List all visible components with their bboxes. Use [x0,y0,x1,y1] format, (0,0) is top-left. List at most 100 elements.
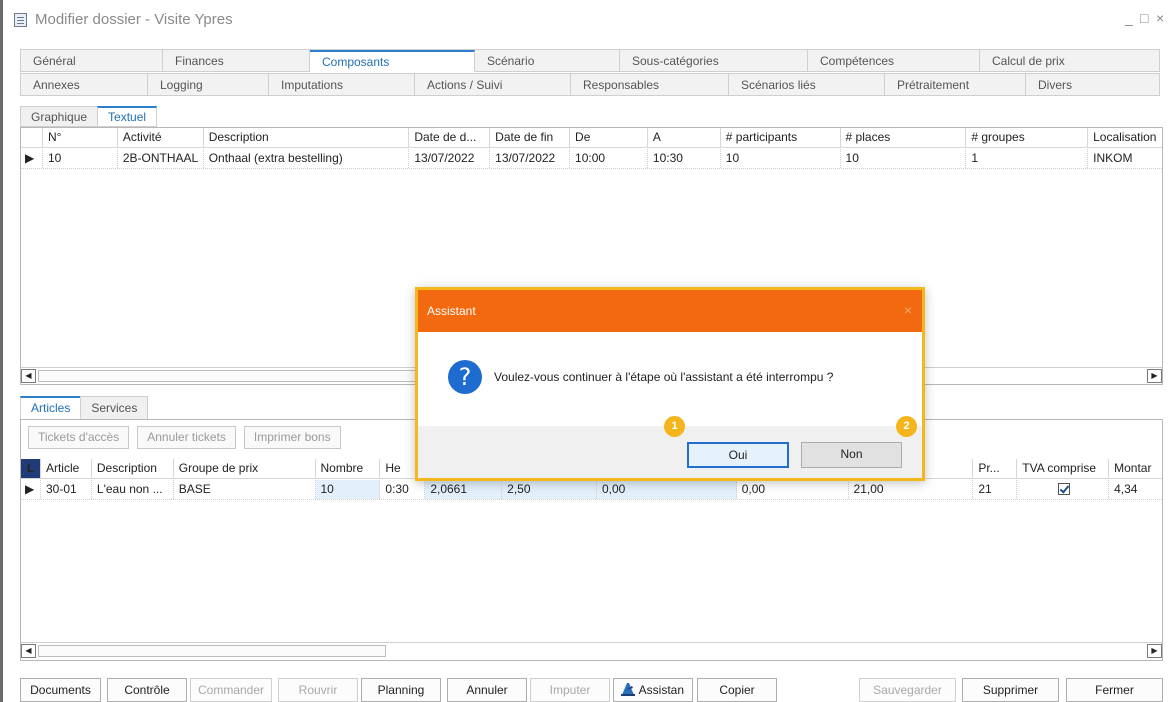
scroll-left-icon[interactable]: ◀ [21,644,36,658]
tab-general[interactable]: Général [21,50,163,72]
commander-button[interactable]: Commander [190,678,272,702]
imprimer-bons-button[interactable]: Imprimer bons [243,426,341,449]
minimize-button[interactable]: _ [1125,10,1133,26]
oui-button[interactable]: Oui [687,442,789,468]
tab-pretraitement[interactable]: Prétraitement [885,74,1026,96]
question-icon: ? [448,360,482,394]
col-description[interactable]: Description [204,128,410,147]
indicator-header [21,128,43,147]
cell-heure[interactable]: 0:30 [380,480,426,499]
scroll-right-icon[interactable]: ▶ [1147,644,1162,658]
tab-articles[interactable]: Articles [20,396,81,420]
documents-button[interactable]: Documents [20,678,101,702]
cell-groupe-prix[interactable]: BASE [174,480,316,499]
cell-remise[interactable]: 0,00 [597,480,737,499]
cell-description[interactable]: Onthaal (extra bestelling) [204,149,410,168]
tab-scenarios-lies[interactable]: Scénarios liés [729,74,885,96]
col-pr[interactable]: Pr... [973,459,1018,478]
dialog-close-icon[interactable]: × [904,302,912,318]
cell-participants[interactable]: 10 [721,149,841,168]
cell-localisation[interactable]: INKOM [1088,149,1162,168]
cell-montant[interactable]: 4,34 [1109,480,1162,499]
annuler-button[interactable]: Annuler [447,678,527,702]
fermer-button[interactable]: Fermer [1066,678,1163,702]
cell-prix-unitaire[interactable]: 2,0661 [425,480,503,499]
scroll-thumb[interactable] [38,370,416,382]
col-localisation[interactable]: Localisation [1088,128,1162,147]
cell-date-fin[interactable]: 13/07/2022 [490,149,571,168]
cell-nombre[interactable]: 10 [315,480,381,499]
tab-sous-categories[interactable]: Sous-catégories [620,50,808,72]
maximize-button[interactable]: □ [1140,10,1148,26]
annuler-tickets-button[interactable]: Annuler tickets [137,426,236,449]
tickets-acces-button[interactable]: Tickets d'accès [28,426,130,449]
checkbox-checked-icon[interactable] [1058,483,1071,495]
table-row[interactable]: ▶ 30-01 L'eau non ... BASE 10 0:30 2,066… [21,480,1162,500]
tab-composants[interactable]: Composants [310,50,475,72]
cell-art-description[interactable]: L'eau non ... [92,480,174,499]
cell-date-debut[interactable]: 13/07/2022 [409,149,491,168]
scroll-left-icon[interactable]: ◀ [21,369,36,383]
col-de[interactable]: De [570,128,648,147]
cell-pr[interactable]: 21 [973,480,1018,499]
layout-badge-icon[interactable]: L [21,459,41,478]
planning-button[interactable]: Planning [361,678,441,702]
controle-button[interactable]: Contrôle [107,678,187,702]
col-activite[interactable]: Activité [118,128,204,147]
col-numero[interactable]: N° [43,128,118,147]
cell-remise-montant[interactable]: 0,00 [737,480,849,499]
cell-groupes[interactable]: 1 [966,149,1089,168]
assistant-button[interactable]: Assistan [613,678,693,702]
scroll-thumb[interactable] [38,645,386,657]
col-places[interactable]: # places [841,128,967,147]
col-article[interactable]: Article [41,459,92,478]
copier-button[interactable]: Copier [697,678,777,702]
supprimer-button[interactable]: Supprimer [962,678,1059,702]
dialog-body: ? Voulez-vous continuer à l'étape où l'a… [418,332,922,426]
tab-scenario[interactable]: Scénario [475,50,620,72]
scroll-right-icon[interactable]: ▶ [1147,369,1162,383]
cell-article[interactable]: 30-01 [41,480,92,499]
col-art-description[interactable]: Description [92,459,174,478]
rouvrir-button[interactable]: Rouvrir [278,678,358,702]
tab-finances[interactable]: Finances [163,50,310,72]
col-nombre[interactable]: Nombre [316,459,381,478]
cell-tva-comprise[interactable] [1017,480,1110,499]
col-date-debut[interactable]: Date de d... [409,128,491,147]
tab-calcul-de-prix[interactable]: Calcul de prix [980,50,1160,72]
tab-services[interactable]: Services [80,396,149,420]
tab-imputations[interactable]: Imputations [269,74,415,96]
non-button[interactable]: Non [801,442,902,468]
col-a[interactable]: A [648,128,721,147]
col-groupes[interactable]: # groupes [966,128,1089,147]
tab-actions-suivi[interactable]: Actions / Suivi [415,74,571,96]
tab-textuel[interactable]: Textuel [97,106,158,127]
col-montant[interactable]: Montar [1109,459,1162,478]
bottom-button-bar: Documents Contrôle Commander Rouvrir Pla… [0,675,1173,702]
col-tva-comprise[interactable]: TVA comprise [1017,459,1110,478]
tab-responsables[interactable]: Responsables [571,74,729,96]
cell-places[interactable]: 10 [841,149,967,168]
cell-de[interactable]: 10:00 [570,149,648,168]
activities-header: N° Activité Description Date de d... Dat… [21,128,1162,148]
tab-logging[interactable]: Logging [148,74,269,96]
tab-divers[interactable]: Divers [1026,74,1160,96]
articles-scrollbar[interactable]: ◀ ▶ [21,642,1162,659]
sauvegarder-button[interactable]: Sauvegarder [859,678,956,702]
cell-a[interactable]: 10:30 [648,149,721,168]
col-groupe-prix[interactable]: Groupe de prix [174,459,316,478]
cell-activite[interactable]: 2B-ONTHAAL [118,149,204,168]
imputer-button[interactable]: Imputer [530,678,610,702]
col-participants[interactable]: # participants [721,128,841,147]
tab-competences[interactable]: Compétences [808,50,980,72]
cell-taux-tva[interactable]: 21,00 [849,480,974,499]
assistant-dialog: Assistant × ? Voulez-vous continuer à l'… [415,287,925,481]
cell-numero[interactable]: 10 [43,149,118,168]
col-date-fin[interactable]: Date de fin [490,128,571,147]
row-indicator-icon: ▶ [21,149,43,168]
close-window-button[interactable]: × [1156,10,1164,26]
table-row[interactable]: ▶ 10 2B-ONTHAAL Onthaal (extra bestellin… [21,149,1162,169]
tab-graphique[interactable]: Graphique [20,106,98,127]
cell-prix-tvac[interactable]: 2,50 [502,480,597,499]
tab-annexes[interactable]: Annexes [21,74,148,96]
